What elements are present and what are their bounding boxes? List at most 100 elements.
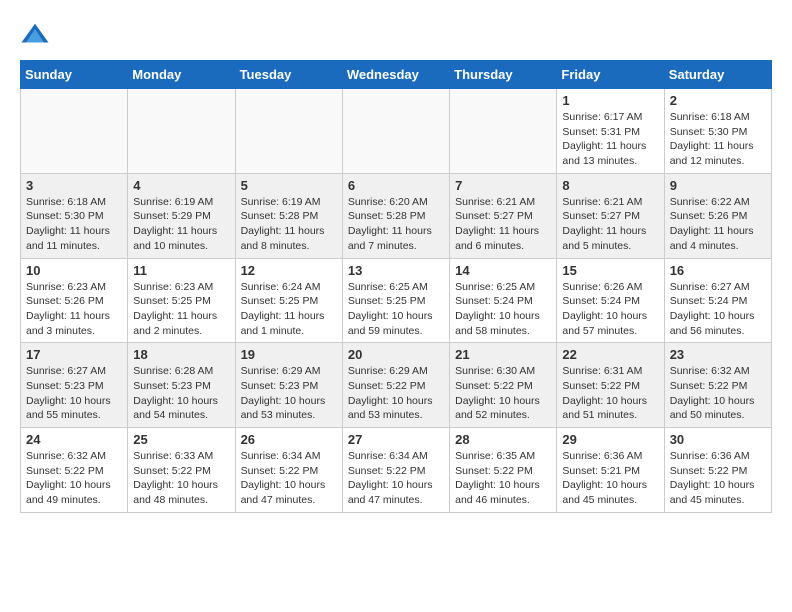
day-of-week-header: Thursday <box>450 61 557 89</box>
calendar-header-row: SundayMondayTuesdayWednesdayThursdayFrid… <box>21 61 772 89</box>
day-info: Sunrise: 6:30 AMSunset: 5:22 PMDaylight:… <box>455 364 551 423</box>
day-number: 26 <box>241 432 337 447</box>
calendar-cell: 3 Sunrise: 6:18 AMSunset: 5:30 PMDaylight… <box>21 173 128 258</box>
day-info: Sunrise: 6:27 AMSunset: 5:23 PMDaylight:… <box>26 364 122 423</box>
day-number: 29 <box>562 432 658 447</box>
day-number: 23 <box>670 347 766 362</box>
day-number: 24 <box>26 432 122 447</box>
day-number: 3 <box>26 178 122 193</box>
calendar-cell: 6 Sunrise: 6:20 AMSunset: 5:28 PMDaylight… <box>342 173 449 258</box>
day-info: Sunrise: 6:19 AMSunset: 5:29 PMDaylight:… <box>133 195 229 254</box>
day-number: 9 <box>670 178 766 193</box>
calendar-cell: 10 Sunrise: 6:23 AMSunset: 5:26 PMDayligh… <box>21 258 128 343</box>
day-info: Sunrise: 6:34 AMSunset: 5:22 PMDaylight:… <box>241 449 337 508</box>
calendar-cell: 1Sunrise: 6:17 AMSunset: 5:31 PMDaylight… <box>557 89 664 174</box>
day-number: 13 <box>348 263 444 278</box>
calendar: SundayMondayTuesdayWednesdayThursdayFrid… <box>20 60 772 513</box>
calendar-week-row: 17 Sunrise: 6:27 AMSunset: 5:23 PMDayligh… <box>21 343 772 428</box>
calendar-cell <box>342 89 449 174</box>
day-number: 30 <box>670 432 766 447</box>
day-of-week-header: Monday <box>128 61 235 89</box>
day-info: Sunrise: 6:33 AMSunset: 5:22 PMDaylight:… <box>133 449 229 508</box>
day-number: 22 <box>562 347 658 362</box>
day-info: Sunrise: 6:35 AMSunset: 5:22 PMDaylight:… <box>455 449 551 508</box>
calendar-week-row: 1Sunrise: 6:17 AMSunset: 5:31 PMDaylight… <box>21 89 772 174</box>
calendar-week-row: 24Sunrise: 6:32 AMSunset: 5:22 PMDayligh… <box>21 428 772 513</box>
day-info: Sunrise: 6:32 AMSunset: 5:22 PMDaylight:… <box>670 364 766 423</box>
day-of-week-header: Wednesday <box>342 61 449 89</box>
calendar-cell: 22 Sunrise: 6:31 AMSunset: 5:22 PMDayligh… <box>557 343 664 428</box>
calendar-cell: 27Sunrise: 6:34 AMSunset: 5:22 PMDayligh… <box>342 428 449 513</box>
day-info: Sunrise: 6:27 AMSunset: 5:24 PMDaylight:… <box>670 280 766 339</box>
day-number: 15 <box>562 263 658 278</box>
calendar-cell: 19 Sunrise: 6:29 AMSunset: 5:23 PMDayligh… <box>235 343 342 428</box>
day-info: Sunrise: 6:22 AMSunset: 5:26 PMDaylight:… <box>670 195 766 254</box>
calendar-cell: 26 Sunrise: 6:34 AMSunset: 5:22 PMDayligh… <box>235 428 342 513</box>
calendar-week-row: 10 Sunrise: 6:23 AMSunset: 5:26 PMDayligh… <box>21 258 772 343</box>
calendar-cell <box>235 89 342 174</box>
day-number: 21 <box>455 347 551 362</box>
day-number: 2 <box>670 93 766 108</box>
calendar-cell: 25 Sunrise: 6:33 AMSunset: 5:22 PMDayligh… <box>128 428 235 513</box>
calendar-cell: 29Sunrise: 6:36 AMSunset: 5:21 PMDayligh… <box>557 428 664 513</box>
day-info: Sunrise: 6:19 AMSunset: 5:28 PMDaylight:… <box>241 195 337 254</box>
day-of-week-header: Tuesday <box>235 61 342 89</box>
calendar-cell: 12 Sunrise: 6:24 AMSunset: 5:25 PMDayligh… <box>235 258 342 343</box>
day-info: Sunrise: 6:25 AMSunset: 5:24 PMDaylight:… <box>455 280 551 339</box>
day-info: Sunrise: 6:21 AMSunset: 5:27 PMDaylight:… <box>562 195 658 254</box>
day-info: Sunrise: 6:18 AMSunset: 5:30 PMDaylight:… <box>26 195 122 254</box>
day-number: 7 <box>455 178 551 193</box>
calendar-cell <box>450 89 557 174</box>
calendar-cell: 16 Sunrise: 6:27 AMSunset: 5:24 PMDayligh… <box>664 258 771 343</box>
day-info: Sunrise: 6:23 AMSunset: 5:26 PMDaylight:… <box>26 280 122 339</box>
page-header <box>20 20 772 50</box>
calendar-cell: 7 Sunrise: 6:21 AMSunset: 5:27 PMDaylight… <box>450 173 557 258</box>
day-info: Sunrise: 6:34 AMSunset: 5:22 PMDaylight:… <box>348 449 444 508</box>
calendar-cell: 20 Sunrise: 6:29 AMSunset: 5:22 PMDayligh… <box>342 343 449 428</box>
day-number: 8 <box>562 178 658 193</box>
day-number: 11 <box>133 263 229 278</box>
calendar-cell: 15 Sunrise: 6:26 AMSunset: 5:24 PMDayligh… <box>557 258 664 343</box>
calendar-cell: 17 Sunrise: 6:27 AMSunset: 5:23 PMDayligh… <box>21 343 128 428</box>
calendar-cell: 24Sunrise: 6:32 AMSunset: 5:22 PMDayligh… <box>21 428 128 513</box>
calendar-cell: 21 Sunrise: 6:30 AMSunset: 5:22 PMDayligh… <box>450 343 557 428</box>
day-info: Sunrise: 6:36 AMSunset: 5:22 PMDaylight:… <box>670 449 766 508</box>
day-number: 20 <box>348 347 444 362</box>
day-of-week-header: Sunday <box>21 61 128 89</box>
day-info: Sunrise: 6:17 AMSunset: 5:31 PMDaylight:… <box>562 110 658 169</box>
calendar-cell: 11 Sunrise: 6:23 AMSunset: 5:25 PMDayligh… <box>128 258 235 343</box>
calendar-cell: 4 Sunrise: 6:19 AMSunset: 5:29 PMDaylight… <box>128 173 235 258</box>
day-info: Sunrise: 6:24 AMSunset: 5:25 PMDaylight:… <box>241 280 337 339</box>
calendar-cell: 30 Sunrise: 6:36 AMSunset: 5:22 PMDayligh… <box>664 428 771 513</box>
day-info: Sunrise: 6:23 AMSunset: 5:25 PMDaylight:… <box>133 280 229 339</box>
day-number: 18 <box>133 347 229 362</box>
day-number: 16 <box>670 263 766 278</box>
day-info: Sunrise: 6:29 AMSunset: 5:23 PMDaylight:… <box>241 364 337 423</box>
day-number: 17 <box>26 347 122 362</box>
day-of-week-header: Friday <box>557 61 664 89</box>
calendar-week-row: 3 Sunrise: 6:18 AMSunset: 5:30 PMDaylight… <box>21 173 772 258</box>
calendar-cell <box>128 89 235 174</box>
day-number: 4 <box>133 178 229 193</box>
day-info: Sunrise: 6:18 AMSunset: 5:30 PMDaylight:… <box>670 110 766 169</box>
day-info: Sunrise: 6:26 AMSunset: 5:24 PMDaylight:… <box>562 280 658 339</box>
day-info: Sunrise: 6:25 AMSunset: 5:25 PMDaylight:… <box>348 280 444 339</box>
day-of-week-header: Saturday <box>664 61 771 89</box>
calendar-cell: 8 Sunrise: 6:21 AMSunset: 5:27 PMDaylight… <box>557 173 664 258</box>
calendar-cell: 14Sunrise: 6:25 AMSunset: 5:24 PMDayligh… <box>450 258 557 343</box>
calendar-cell: 2 Sunrise: 6:18 AMSunset: 5:30 PMDaylight… <box>664 89 771 174</box>
day-info: Sunrise: 6:31 AMSunset: 5:22 PMDaylight:… <box>562 364 658 423</box>
day-number: 10 <box>26 263 122 278</box>
day-number: 19 <box>241 347 337 362</box>
day-number: 12 <box>241 263 337 278</box>
day-number: 25 <box>133 432 229 447</box>
logo <box>20 20 54 50</box>
day-info: Sunrise: 6:21 AMSunset: 5:27 PMDaylight:… <box>455 195 551 254</box>
calendar-cell <box>21 89 128 174</box>
day-info: Sunrise: 6:29 AMSunset: 5:22 PMDaylight:… <box>348 364 444 423</box>
day-number: 28 <box>455 432 551 447</box>
day-number: 6 <box>348 178 444 193</box>
logo-icon <box>20 20 50 50</box>
day-info: Sunrise: 6:20 AMSunset: 5:28 PMDaylight:… <box>348 195 444 254</box>
calendar-cell: 9 Sunrise: 6:22 AMSunset: 5:26 PMDaylight… <box>664 173 771 258</box>
